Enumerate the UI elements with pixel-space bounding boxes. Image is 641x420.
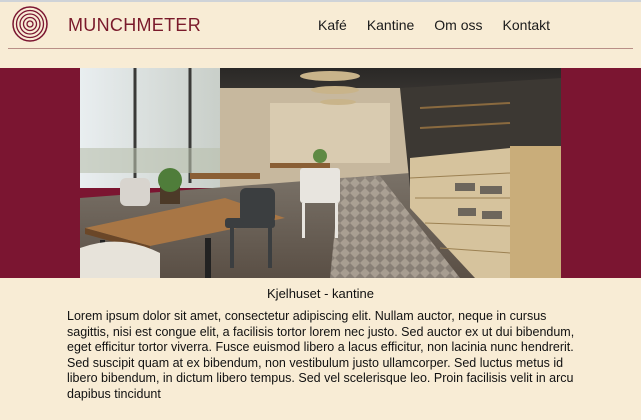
main-nav: Kafé Kantine Om oss Kontakt xyxy=(318,17,570,33)
nav-link-kontakt[interactable]: Kontakt xyxy=(503,17,550,33)
header-divider xyxy=(8,48,633,49)
site-header: MUNCHMETER Kafé Kantine Om oss Kontakt xyxy=(0,2,641,50)
hero-caption: Kjelhuset - kantine xyxy=(267,286,374,301)
nav-link-om-oss[interactable]: Om oss xyxy=(434,17,482,33)
nav-link-kantine[interactable]: Kantine xyxy=(367,17,414,33)
cafeteria-photo xyxy=(80,68,561,278)
body-paragraph: Lorem ipsum dolor sit amet, consectetur … xyxy=(67,309,575,401)
logo-icon[interactable] xyxy=(12,6,48,42)
brand-name[interactable]: MUNCHMETER xyxy=(68,15,201,36)
hero-image xyxy=(80,68,561,278)
nav-link-kafe[interactable]: Kafé xyxy=(318,17,347,33)
